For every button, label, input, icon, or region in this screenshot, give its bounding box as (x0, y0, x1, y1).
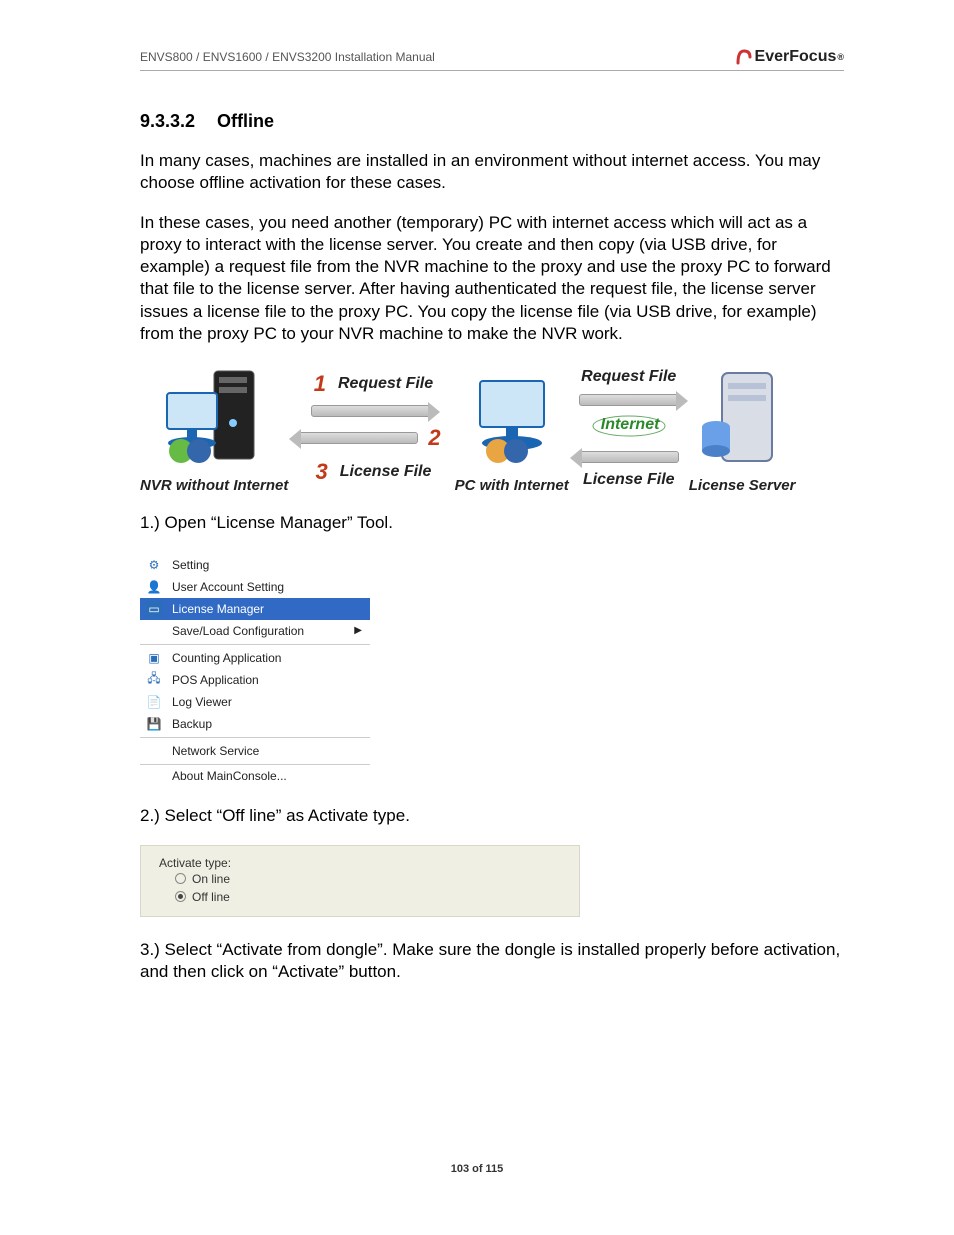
page-number: 103 of 115 (0, 1163, 954, 1175)
node-pc: PC with Internet (455, 363, 569, 494)
menu-item-license-manager[interactable]: ▭ License Manager (140, 598, 370, 620)
menu-item-setting[interactable]: ⚙ Setting (140, 554, 370, 576)
menu-item-log-viewer[interactable]: 📄 Log Viewer (140, 691, 370, 713)
arrow-right-icon (579, 394, 679, 406)
menu-item-about[interactable]: About MainConsole... (140, 765, 370, 787)
blank-icon (146, 743, 162, 759)
radio-selected-icon (175, 891, 186, 902)
everfocus-icon (735, 48, 753, 66)
activate-type-panel: Activate type: On line Off line (140, 845, 580, 917)
menu-item-save-load[interactable]: Save/Load Configuration ▶ (140, 620, 370, 642)
step-number-2: 2 (424, 425, 444, 451)
computer-tower-icon (159, 363, 269, 473)
step-3: 3.) Select “Activate from dongle”. Make … (140, 939, 844, 983)
label-internet: Internet (601, 416, 660, 434)
brand-logo: EverFocus® (735, 48, 844, 66)
activate-type-label: Activate type: (159, 856, 565, 870)
menu-item-network[interactable]: Network Service (140, 740, 370, 762)
blank-icon (146, 623, 162, 639)
menu-item-user-account[interactable]: 👤 User Account Setting (140, 576, 370, 598)
menu-item-counting[interactable]: ▣ Counting Application (140, 647, 370, 669)
label-license-1: License File (340, 463, 432, 481)
node-server: License Server (689, 363, 796, 494)
radio-icon (175, 873, 186, 884)
page-header: ENVS800 / ENVS1600 / ENVS3200 Installati… (140, 48, 844, 71)
arrow-right-icon (311, 405, 431, 417)
backup-icon: 💾 (146, 716, 162, 732)
blank-icon (146, 768, 162, 784)
label-request-1: Request File (338, 375, 433, 393)
manual-title: ENVS800 / ENVS1600 / ENVS3200 Installati… (140, 50, 435, 64)
gear-icon: ⚙ (146, 557, 162, 573)
paragraph-2: In these cases, you need another (tempor… (140, 212, 844, 345)
menu-item-pos[interactable]: 🖧 POS Application (140, 669, 370, 691)
radio-online[interactable]: On line (175, 870, 565, 888)
pos-icon: 🖧 (146, 672, 162, 688)
key-icon: ▭ (146, 601, 162, 617)
offline-flow-diagram: NVR without Internet 1 Request File 2 3 … (140, 363, 844, 494)
step-1: 1.) Open “License Manager” Tool. (140, 512, 844, 534)
menu-item-backup[interactable]: 💾 Backup (140, 713, 370, 735)
computer-monitor-icon (462, 363, 562, 473)
section-number: 9.3.3.2 (140, 111, 195, 132)
section-heading: 9.3.3.2 Offline (140, 111, 844, 132)
user-icon: 👤 (146, 579, 162, 595)
server-icon (692, 363, 792, 473)
node-nvr: NVR without Internet (140, 363, 288, 494)
step-2: 2.) Select “Off line” as Activate type. (140, 805, 844, 827)
flow-right: Request File Internet License File (579, 368, 679, 489)
arrow-left-icon (298, 432, 418, 444)
step-number-1: 1 (310, 371, 330, 397)
flow-left: 1 Request File 2 3 License File (298, 371, 444, 485)
arrow-left-icon (579, 451, 679, 463)
log-icon: 📄 (146, 694, 162, 710)
label-license-2: License File (583, 471, 675, 489)
radio-offline[interactable]: Off line (175, 888, 565, 906)
chevron-right-icon: ▶ (354, 625, 362, 636)
context-menu: ⚙ Setting 👤 User Account Setting ▭ Licen… (140, 552, 370, 787)
step-number-3: 3 (312, 459, 332, 485)
paragraph-1: In many cases, machines are installed in… (140, 150, 844, 194)
label-request-2: Request File (581, 368, 676, 386)
section-title: Offline (217, 111, 274, 132)
counting-icon: ▣ (146, 650, 162, 666)
